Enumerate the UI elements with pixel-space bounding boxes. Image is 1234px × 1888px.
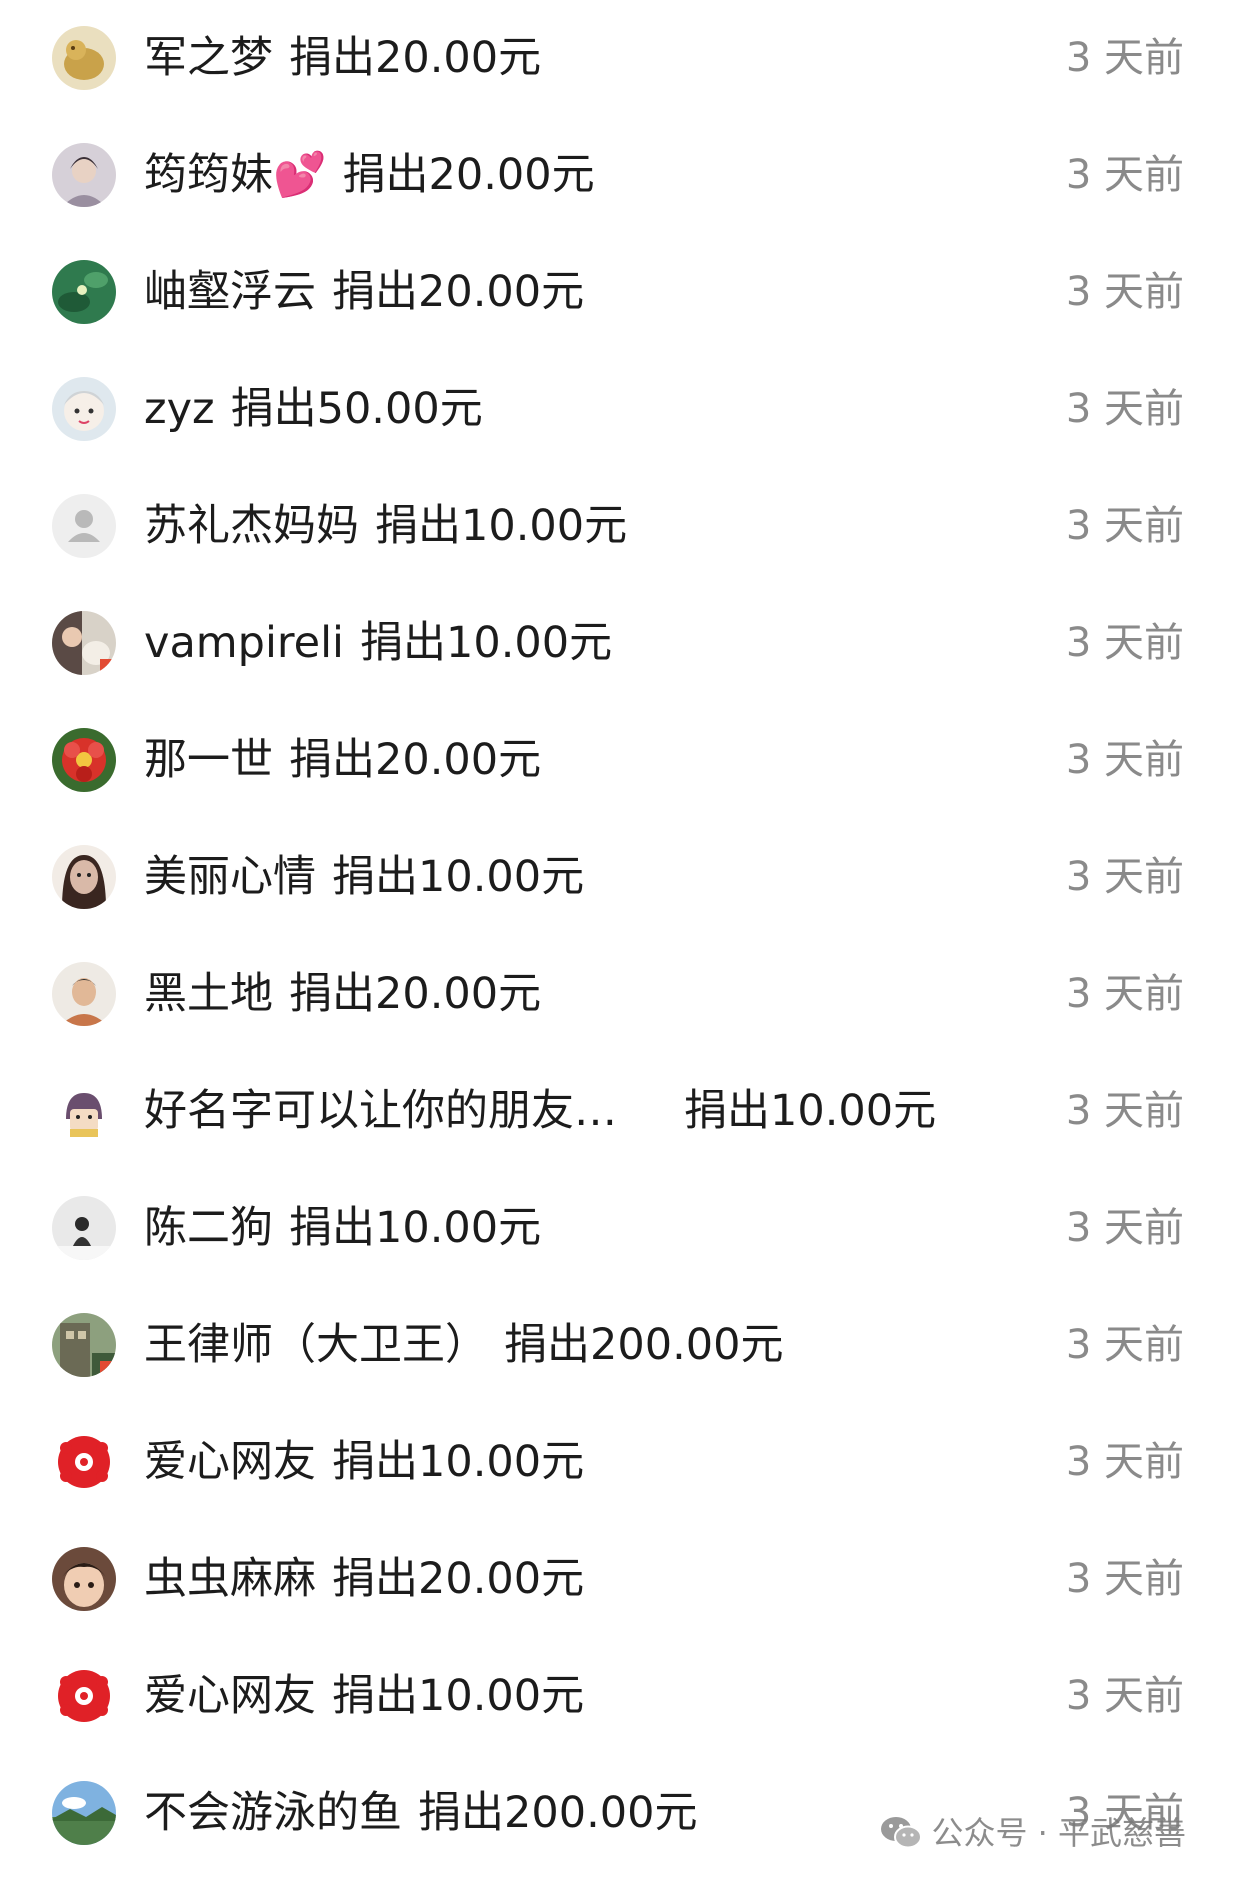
donation-row: 好名字可以让你的朋友… 捐出10.00元 3 天前 xyxy=(0,1053,1234,1170)
donation-text: vampireli 捐出10.00元 xyxy=(144,613,612,673)
donation-time: 3 天前 xyxy=(1065,620,1184,666)
woman-portrait-avatar[interactable] xyxy=(52,845,116,909)
donation-text: 王律师（大卫王） 捐出200.00元 xyxy=(144,1315,783,1375)
donation-amount: 捐出20.00元 xyxy=(342,150,595,200)
donor-name: 爱心网友 xyxy=(144,1671,316,1721)
donation-text: 岫壑浮云 捐出20.00元 xyxy=(144,262,584,322)
donation-amount: 捐出200.00元 xyxy=(418,1788,698,1838)
donation-text: 那一世 捐出20.00元 xyxy=(144,730,541,790)
donation-row: 王律师（大卫王） 捐出200.00元 3 天前 xyxy=(0,1287,1234,1404)
donation-row: 美丽心情 捐出10.00元 3 天前 xyxy=(0,819,1234,936)
white-face-avatar[interactable] xyxy=(52,377,116,441)
donation-text: 苏礼杰妈妈 捐出10.00元 xyxy=(144,496,627,556)
red-charity-avatar[interactable] xyxy=(52,1664,116,1728)
person-photo-avatar[interactable] xyxy=(52,143,116,207)
donation-row: 爱心网友 捐出10.00元 3 天前 xyxy=(0,1638,1234,1755)
red-charity-avatar[interactable] xyxy=(52,1430,116,1494)
green-pond-avatar[interactable] xyxy=(52,260,116,324)
donor-name: 陈二狗 xyxy=(144,1203,273,1253)
donor-name: 那一世 xyxy=(144,735,273,785)
donation-time: 3 天前 xyxy=(1065,269,1184,315)
donation-amount: 捐出10.00元 xyxy=(332,1437,585,1487)
donation-time: 3 天前 xyxy=(1065,854,1184,900)
donation-row: vampireli 捐出10.00元 3 天前 xyxy=(0,585,1234,702)
donor-name: 军之梦 xyxy=(144,33,273,83)
donation-time: 3 天前 xyxy=(1065,1673,1184,1719)
donor-name: 黑土地 xyxy=(144,969,273,1019)
donation-time: 3 天前 xyxy=(1065,386,1184,432)
watermark-text: 公众号 · 平武慈善 xyxy=(931,1814,1186,1852)
donation-amount: 捐出20.00元 xyxy=(332,1554,585,1604)
donation-time: 3 天前 xyxy=(1065,152,1184,198)
donation-amount: 捐出10.00元 xyxy=(375,501,628,551)
donation-text: 陈二狗 捐出10.00元 xyxy=(144,1198,541,1258)
person-in-snow-avatar[interactable] xyxy=(52,1196,116,1260)
donation-time: 3 天前 xyxy=(1065,35,1184,81)
donation-row: 虫虫麻麻 捐出20.00元 3 天前 xyxy=(0,1521,1234,1638)
donor-name: 虫虫麻麻 xyxy=(144,1554,316,1604)
donation-time: 3 天前 xyxy=(1065,1088,1184,1134)
donation-text: 不会游泳的鱼 捐出200.00元 xyxy=(144,1783,697,1843)
donation-row: 军之梦 捐出20.00元 3 天前 xyxy=(0,0,1234,117)
donation-row: 筠筠妹💕 捐出20.00元 3 天前 xyxy=(0,117,1234,234)
donation-row: 黑土地 捐出20.00元 3 天前 xyxy=(0,936,1234,1053)
donation-text: 黑土地 捐出20.00元 xyxy=(144,964,541,1024)
cartoon-character-avatar[interactable] xyxy=(52,1079,116,1143)
donation-time: 3 天前 xyxy=(1065,971,1184,1017)
donation-time: 3 天前 xyxy=(1065,1556,1184,1602)
woman-with-dog-avatar[interactable] xyxy=(52,611,116,675)
donor-name: 好名字可以让你的朋友… xyxy=(144,1086,617,1136)
donor-name: 王律师（大卫王） xyxy=(144,1320,488,1370)
donation-row: 岫壑浮云 捐出20.00元 3 天前 xyxy=(0,234,1234,351)
donation-amount: 捐出10.00元 xyxy=(684,1086,937,1136)
donation-row: 陈二狗 捐出10.00元 3 天前 xyxy=(0,1170,1234,1287)
donation-amount: 捐出20.00元 xyxy=(289,33,542,83)
donation-time: 3 天前 xyxy=(1065,737,1184,783)
donor-name: 爱心网友 xyxy=(144,1437,316,1487)
donation-text: 好名字可以让你的朋友… 捐出10.00元 xyxy=(144,1081,936,1141)
donation-list: 军之梦 捐出20.00元 3 天前 筠筠妹💕 捐出20.00元 3 天前 岫壑浮云 捐出20.… xyxy=(0,0,1234,1872)
donor-name: 不会游泳的鱼 xyxy=(144,1788,402,1838)
donation-time: 3 天前 xyxy=(1065,503,1184,549)
landscape-avatar[interactable] xyxy=(52,1781,116,1845)
donation-text: 军之梦 捐出20.00元 xyxy=(144,28,541,88)
donor-name: 筠筠妹💕 xyxy=(144,150,327,200)
donor-name: 岫壑浮云 xyxy=(144,267,316,317)
donation-amount: 捐出10.00元 xyxy=(360,618,613,668)
default-user-avatar[interactable] xyxy=(52,494,116,558)
donation-text: zyz 捐出50.00元 xyxy=(144,379,483,439)
donation-amount: 捐出10.00元 xyxy=(289,1203,542,1253)
donation-amount: 捐出20.00元 xyxy=(332,267,585,317)
child-face-avatar[interactable] xyxy=(52,1547,116,1611)
donation-amount: 捐出200.00元 xyxy=(504,1320,784,1370)
donation-amount: 捐出10.00元 xyxy=(332,1671,585,1721)
donation-time: 3 天前 xyxy=(1065,1205,1184,1251)
donation-amount: 捐出10.00元 xyxy=(332,852,585,902)
donation-row: zyz 捐出50.00元 3 天前 xyxy=(0,351,1234,468)
donation-text: 爱心网友 捐出10.00元 xyxy=(144,1666,584,1726)
donation-amount: 捐出20.00元 xyxy=(289,735,542,785)
donation-text: 筠筠妹💕 捐出20.00元 xyxy=(144,145,595,205)
donor-name: 美丽心情 xyxy=(144,852,316,902)
watermark: 公众号 · 平武慈善 xyxy=(879,1808,1186,1858)
donation-amount: 捐出50.00元 xyxy=(230,384,483,434)
donation-row: 爱心网友 捐出10.00元 3 天前 xyxy=(0,1404,1234,1521)
donation-row: 苏礼杰妈妈 捐出10.00元 3 天前 xyxy=(0,468,1234,585)
donation-time: 3 天前 xyxy=(1065,1439,1184,1485)
donation-time: 3 天前 xyxy=(1065,1322,1184,1368)
wechat-icon xyxy=(879,1815,923,1851)
donor-name: vampireli xyxy=(144,618,345,668)
donation-text: 虫虫麻麻 捐出20.00元 xyxy=(144,1549,584,1609)
donor-name: 苏礼杰妈妈 xyxy=(144,501,359,551)
donation-text: 美丽心情 捐出10.00元 xyxy=(144,847,584,907)
man-portrait-avatar[interactable] xyxy=(52,962,116,1026)
donation-row: 那一世 捐出20.00元 3 天前 xyxy=(0,702,1234,819)
donation-amount: 捐出20.00元 xyxy=(289,969,542,1019)
donation-text: 爱心网友 捐出10.00元 xyxy=(144,1432,584,1492)
gold-figurine-avatar[interactable] xyxy=(52,26,116,90)
donor-name: zyz xyxy=(144,384,215,434)
building-photo-avatar[interactable] xyxy=(52,1313,116,1377)
red-flower-avatar[interactable] xyxy=(52,728,116,792)
